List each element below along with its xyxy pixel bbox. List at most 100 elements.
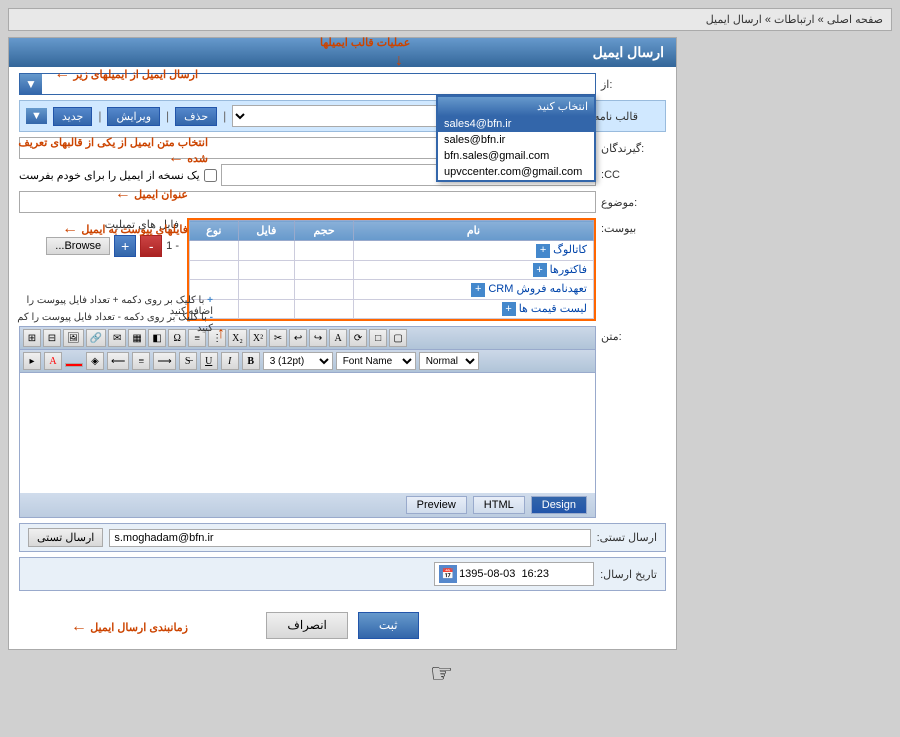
browse-row: ...Browse + - 1 - xyxy=(46,235,179,257)
cell-file-1 xyxy=(238,260,295,280)
tb-redo-btn[interactable]: ↪ xyxy=(309,329,327,347)
annotation-subject: عنوان ایمیل ← xyxy=(8,185,188,203)
col-size: حجم xyxy=(295,221,354,241)
tb-btn6[interactable]: A xyxy=(329,329,347,347)
tb-align-l[interactable]: ⟵ xyxy=(107,352,129,370)
file-link-price[interactable]: لیست قیمت ها xyxy=(519,303,587,315)
test-send-row: ارسال تستی: ارسال تستی xyxy=(19,523,666,552)
table-row: کاتالوگ + xyxy=(190,241,594,261)
cell-file-3 xyxy=(238,299,295,319)
breadcrumb: صفحه اصلی » ارتباطات » ارسال ایمیل xyxy=(8,8,892,31)
file-link-cataloge[interactable]: کاتالوگ xyxy=(553,244,587,256)
col-file: فایل xyxy=(238,221,295,241)
tb-sub-btn[interactable]: X₂ xyxy=(228,329,247,347)
email-item-0[interactable]: sales4@bfn.ir xyxy=(438,116,594,132)
recipients-label: :گیرندگان xyxy=(596,142,666,155)
tb-font-name-select[interactable]: Font Name xyxy=(336,352,416,370)
top-annotation-arrow: ↓ xyxy=(395,52,403,70)
email-item-2[interactable]: bfn.sales@gmail.com xyxy=(438,148,594,164)
annotation-template: انتخاب متن ایمیل از یکی از قالبهای تعریف… xyxy=(8,135,208,167)
template-new-btn[interactable]: جدید xyxy=(53,107,92,126)
file-plus-1[interactable]: + xyxy=(533,263,547,277)
from-label: :از xyxy=(596,78,666,91)
tb-font-color-btn[interactable]: A xyxy=(44,352,62,370)
cell-file-2 xyxy=(238,280,295,300)
date-input-wrapper[interactable]: 📅 xyxy=(434,562,594,586)
email-item-1[interactable]: sales@bfn.ir xyxy=(438,132,594,148)
tb-underline[interactable]: U xyxy=(200,352,218,370)
email-item-3[interactable]: upvccenter.com@gmail.com xyxy=(438,164,594,180)
tb-undo-btn[interactable]: ↩ xyxy=(289,329,307,347)
file-plus-2[interactable]: + xyxy=(471,283,485,297)
tb-arrow-btn[interactable]: ▸ xyxy=(23,352,41,370)
editor-footer: Preview HTML Design xyxy=(20,493,595,517)
attachment-minus-btn[interactable]: - xyxy=(140,235,162,257)
file-link-faktoor[interactable]: فاکتورها xyxy=(550,264,587,276)
template-delete-btn[interactable]: حذف xyxy=(175,107,217,126)
top-annotation-label: عملیات قالب ایمیلها xyxy=(320,36,410,49)
cc-self-checkbox[interactable] xyxy=(204,169,217,182)
tab-design[interactable]: Design xyxy=(531,496,587,514)
annotation-attachment-arrow: ↑ xyxy=(217,325,225,343)
cell-type-0 xyxy=(190,241,239,261)
attachment-label: بیوست: xyxy=(596,218,666,235)
template-edit-btn[interactable]: ویرایش xyxy=(107,107,160,126)
tb-font-size-select[interactable]: 3 (12pt) xyxy=(263,352,333,370)
tb-color-bar xyxy=(65,363,83,367)
editor-toolbar-2: ▸ A ◈ ⟵ ≡ ⟶ S̶ U I B 3 (12pt) xyxy=(20,350,595,373)
tb-strike[interactable]: S̶ xyxy=(179,352,197,370)
tb-btn7[interactable]: ⟳ xyxy=(349,329,367,347)
tab-html[interactable]: HTML xyxy=(473,496,525,514)
date-input[interactable] xyxy=(459,568,589,580)
tb-btn5[interactable]: ✂ xyxy=(269,329,287,347)
cell-file-0 xyxy=(238,241,295,261)
editor-body[interactable] xyxy=(20,373,595,493)
calendar-icon[interactable]: 📅 xyxy=(439,565,457,583)
test-send-btn[interactable]: ارسال تستی xyxy=(28,528,103,547)
email-dropdown: انتخاب کنید sales4@bfn.ir sales@bfn.ir b… xyxy=(436,95,596,182)
editor-row: :متن ⊞ ⊟ 🖼 🔗 ✉ ▦ ◧ Ω ≡ ⋮ X₂ xyxy=(19,326,666,518)
browse-btn[interactable]: ...Browse xyxy=(46,237,110,255)
attachment-plus-btn[interactable]: + xyxy=(114,235,136,257)
cc-checkbox-label: یک نسخه از ایمیل را برای خودم بفرست xyxy=(19,169,200,182)
date-label: تاریخ ارسال: xyxy=(600,568,657,581)
cell-size-3 xyxy=(295,299,354,319)
annotation-attachment: فایلهای پیوست به ایمیل ← xyxy=(8,220,188,238)
file-plus-3[interactable]: + xyxy=(502,302,516,316)
annotation-schedule: زمانبندی ارسال ایمیل ← xyxy=(8,618,188,636)
tb-align-r[interactable]: ⟶ xyxy=(153,352,175,370)
cursor-hand: ☞ xyxy=(430,658,453,689)
tb-style-select[interactable]: Normal xyxy=(419,352,479,370)
submit-btn[interactable]: ثبت xyxy=(358,612,419,639)
tb-btn8[interactable]: □ xyxy=(369,329,387,347)
file-link-crm[interactable]: تعهدنامه فروش CRM xyxy=(488,283,587,295)
annotation-email-list: ارسال ایمیل از ایمیلهای زیر ← xyxy=(8,65,198,83)
annotation-minus-hint: - با کلیک بر روی دکمه - تعداد فایل پیوست… xyxy=(8,312,213,334)
file-plus-0[interactable]: + xyxy=(536,244,550,258)
cell-size-0 xyxy=(295,241,354,261)
cell-size-2 xyxy=(295,280,354,300)
tb-bold[interactable]: B xyxy=(242,352,260,370)
test-email-input[interactable] xyxy=(109,529,590,547)
table-row: تعهدنامه فروش CRM + xyxy=(190,280,594,300)
subject-label: :موضوع xyxy=(596,196,666,209)
table-row: لیست قیمت ها + xyxy=(190,299,594,319)
template-dropdown-arrow[interactable]: ▼ xyxy=(26,108,47,124)
tb-italic[interactable]: I xyxy=(221,352,239,370)
tb-align-c[interactable]: ≡ xyxy=(132,352,150,370)
col-name: نام xyxy=(353,221,593,241)
cell-size-1 xyxy=(295,260,354,280)
tab-preview[interactable]: Preview xyxy=(406,496,467,514)
tb-btn-bg[interactable]: ◈ xyxy=(86,352,104,370)
cancel-btn[interactable]: انصراف xyxy=(266,612,347,639)
email-dropdown-header: انتخاب کنید xyxy=(438,97,594,116)
attachment-table-wrapper: نام حجم فایل نوع کاتالوگ + xyxy=(187,218,596,321)
table-row: فاکتورها + xyxy=(190,260,594,280)
tb-sup-btn[interactable]: X² xyxy=(249,329,267,347)
text-label: :متن xyxy=(596,326,666,343)
test-send-label: ارسال تستی: xyxy=(597,531,657,544)
col-type: نوع xyxy=(190,221,239,241)
cell-type-1 xyxy=(190,260,239,280)
tb-btn9[interactable]: ▢ xyxy=(389,329,407,347)
template-label: قالب نامه xyxy=(589,110,659,123)
